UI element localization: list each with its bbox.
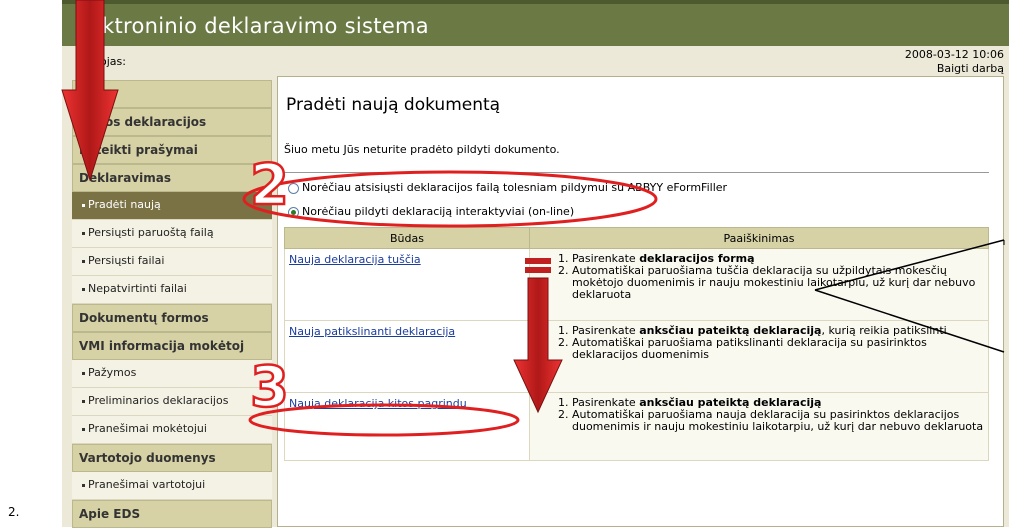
sidebar-item-label: Deklaravimas bbox=[79, 171, 171, 185]
table-row: Nauja deklaracija kitos pagrindu Pasirenk… bbox=[284, 392, 989, 461]
method-cell: Nauja patikslinanti deklaracija bbox=[284, 320, 530, 393]
option-online-label: Norėčiau pildyti deklaraciją interaktyvi… bbox=[302, 205, 575, 218]
sidebar-item-10[interactable]: Pažymos bbox=[72, 360, 272, 388]
column-header-method: Būdas bbox=[284, 227, 530, 249]
footnote-label: 2. bbox=[8, 505, 20, 519]
sidebar-item-label: eiktos deklaracijos bbox=[79, 115, 207, 129]
step-item: Automatiškai paruošiama nauja deklaracij… bbox=[572, 409, 984, 433]
sidebar-item-label: Persiųsti failai bbox=[88, 254, 165, 267]
sidebar-item-6[interactable]: Persiųsti failai bbox=[72, 248, 272, 276]
method-cell: Nauja deklaracija kitos pagrindu bbox=[284, 392, 530, 461]
method-link[interactable]: Nauja deklaracija tuščia bbox=[289, 253, 421, 266]
sidebar-item-5[interactable]: Persiųsti paruoštą failą bbox=[72, 220, 272, 248]
step-item: Automatiškai paruošiama tuščia deklaraci… bbox=[572, 265, 984, 301]
explanation-cell: Pasirenkate anksčiau pateiktą deklaracij… bbox=[529, 320, 989, 393]
bullet-icon bbox=[82, 203, 85, 207]
date-time: 2008-03-12 10:06 bbox=[904, 48, 1004, 61]
sidebar-item-13[interactable]: Vartotojo duomenys bbox=[72, 444, 272, 472]
sidebar-item-11[interactable]: Preliminarios deklaracijos bbox=[72, 388, 272, 416]
sidebar-item-2[interactable]: Pateikti prašymai bbox=[72, 136, 272, 164]
sidebar-item-label: Preliminarios deklaracijos bbox=[88, 394, 229, 407]
bullet-icon bbox=[82, 371, 85, 375]
steps-list: Pasirenkate anksčiau pateiktą deklaracij… bbox=[534, 325, 984, 361]
sidebar-item-14[interactable]: Pranešimai vartotojui bbox=[72, 472, 272, 500]
table-row: Nauja deklaracija tuščia Pasirenkate dekl… bbox=[284, 248, 989, 321]
steps-list: Pasirenkate anksčiau pateiktą deklaracij… bbox=[534, 397, 984, 433]
main-panel: Pradėti naują dokumentą Šiuo metu Jūs ne… bbox=[277, 76, 1004, 527]
option-download-label: Norėčiau atsisiųsti deklaracijos failą t… bbox=[302, 181, 728, 194]
sidebar-item-label: Pranešimai vartotojui bbox=[88, 478, 206, 491]
method-link[interactable]: Nauja deklaracija kitos pagrindu bbox=[289, 397, 467, 410]
status-message: Šiuo metu Jūs neturite pradėto pildyti d… bbox=[284, 143, 560, 156]
sidebar-item-label: Nepatvirtinti failai bbox=[88, 282, 187, 295]
explanation-cell: Pasirenkate anksčiau pateiktą deklaracij… bbox=[529, 392, 989, 461]
sidebar-item-1[interactable]: eiktos deklaracijos bbox=[72, 108, 272, 136]
method-link[interactable]: Nauja patikslinanti deklaracija bbox=[289, 325, 455, 338]
bullet-icon bbox=[82, 231, 85, 235]
sidebar-item-9[interactable]: VMI informacija mokėtoj bbox=[72, 332, 272, 360]
steps-list: Pasirenkate deklaracijos formąAutomatišk… bbox=[534, 253, 984, 301]
option-download[interactable]: Norėčiau atsisiųsti deklaracijos failą t… bbox=[288, 181, 727, 194]
sidebar-item-label: Dokumentų formos bbox=[79, 311, 209, 325]
end-work-link[interactable]: Baigti darbą bbox=[905, 62, 1004, 76]
user-label: ojas: bbox=[100, 55, 126, 68]
step-text-pre: Automatiškai paruošiama patikslinanti de… bbox=[572, 336, 927, 361]
sidebar-item-label: Apie EDS bbox=[79, 507, 141, 521]
bullet-icon bbox=[82, 399, 85, 403]
bullet-icon bbox=[82, 483, 85, 487]
explanation-cell: Pasirenkate deklaracijos formąAutomatišk… bbox=[529, 248, 989, 321]
radio-online[interactable] bbox=[288, 206, 299, 218]
methods-table: Būdas Paaiškinimas Nauja deklaracija tuš… bbox=[284, 227, 989, 461]
title-bar: ktroninio deklaravimo sistema bbox=[62, 0, 1009, 46]
sidebar-item-label: ia bbox=[79, 87, 92, 101]
method-cell: Nauja deklaracija tuščia bbox=[284, 248, 530, 321]
sidebar-item-3[interactable]: Deklaravimas bbox=[72, 164, 272, 192]
sidebar-item-label: Pradėti naują bbox=[88, 198, 161, 211]
header-right: 2008-03-12 10:06 Baigti darbą bbox=[905, 48, 1004, 76]
step-item: Automatiškai paruošiama patikslinanti de… bbox=[572, 337, 984, 361]
column-header-explanation: Paaiškinimas bbox=[529, 227, 989, 249]
sidebar-item-15[interactable]: Apie EDS bbox=[72, 500, 272, 528]
sidebar-item-0[interactable]: ia bbox=[72, 80, 272, 108]
sidebar-item-8[interactable]: Dokumentų formos bbox=[72, 304, 272, 332]
page-title: Pradėti naują dokumentą bbox=[286, 95, 501, 115]
sidebar-item-label: VMI informacija mokėtoj bbox=[79, 339, 245, 353]
sidebar-item-label: Pranešimai mokėtojui bbox=[88, 422, 207, 435]
sidebar-item-label: Pažymos bbox=[88, 366, 137, 379]
bullet-icon bbox=[82, 287, 85, 291]
radio-download[interactable] bbox=[288, 182, 299, 194]
option-online[interactable]: Norėčiau pildyti deklaraciją interaktyvi… bbox=[288, 205, 574, 218]
sub-header: ojas: 2008-03-12 10:06 Baigti darbą bbox=[62, 46, 1009, 76]
sidebar: ia eiktos deklaracijos Pateikti prašymai De… bbox=[72, 80, 272, 528]
step-text-pre: Automatiškai paruošiama tuščia deklaraci… bbox=[572, 264, 976, 301]
sidebar-item-label: Persiųsti paruoštą failą bbox=[88, 226, 214, 239]
step-text-pre: Automatiškai paruošiama nauja deklaracij… bbox=[572, 408, 984, 433]
sidebar-item-7[interactable]: Nepatvirtinti failai bbox=[72, 276, 272, 304]
app-title: ktroninio deklaravimo sistema bbox=[102, 14, 429, 38]
sidebar-item-label: Vartotojo duomenys bbox=[79, 451, 216, 465]
table-row: Nauja patikslinanti deklaracija Pasirenka… bbox=[284, 320, 989, 393]
sidebar-item-12[interactable]: Pranešimai mokėtojui bbox=[72, 416, 272, 444]
sidebar-item-label: Pateikti prašymai bbox=[79, 143, 198, 157]
bullet-icon bbox=[82, 427, 85, 431]
bullet-icon bbox=[82, 259, 85, 263]
divider bbox=[284, 172, 989, 173]
sidebar-item-4[interactable]: Pradėti naują bbox=[72, 192, 272, 220]
